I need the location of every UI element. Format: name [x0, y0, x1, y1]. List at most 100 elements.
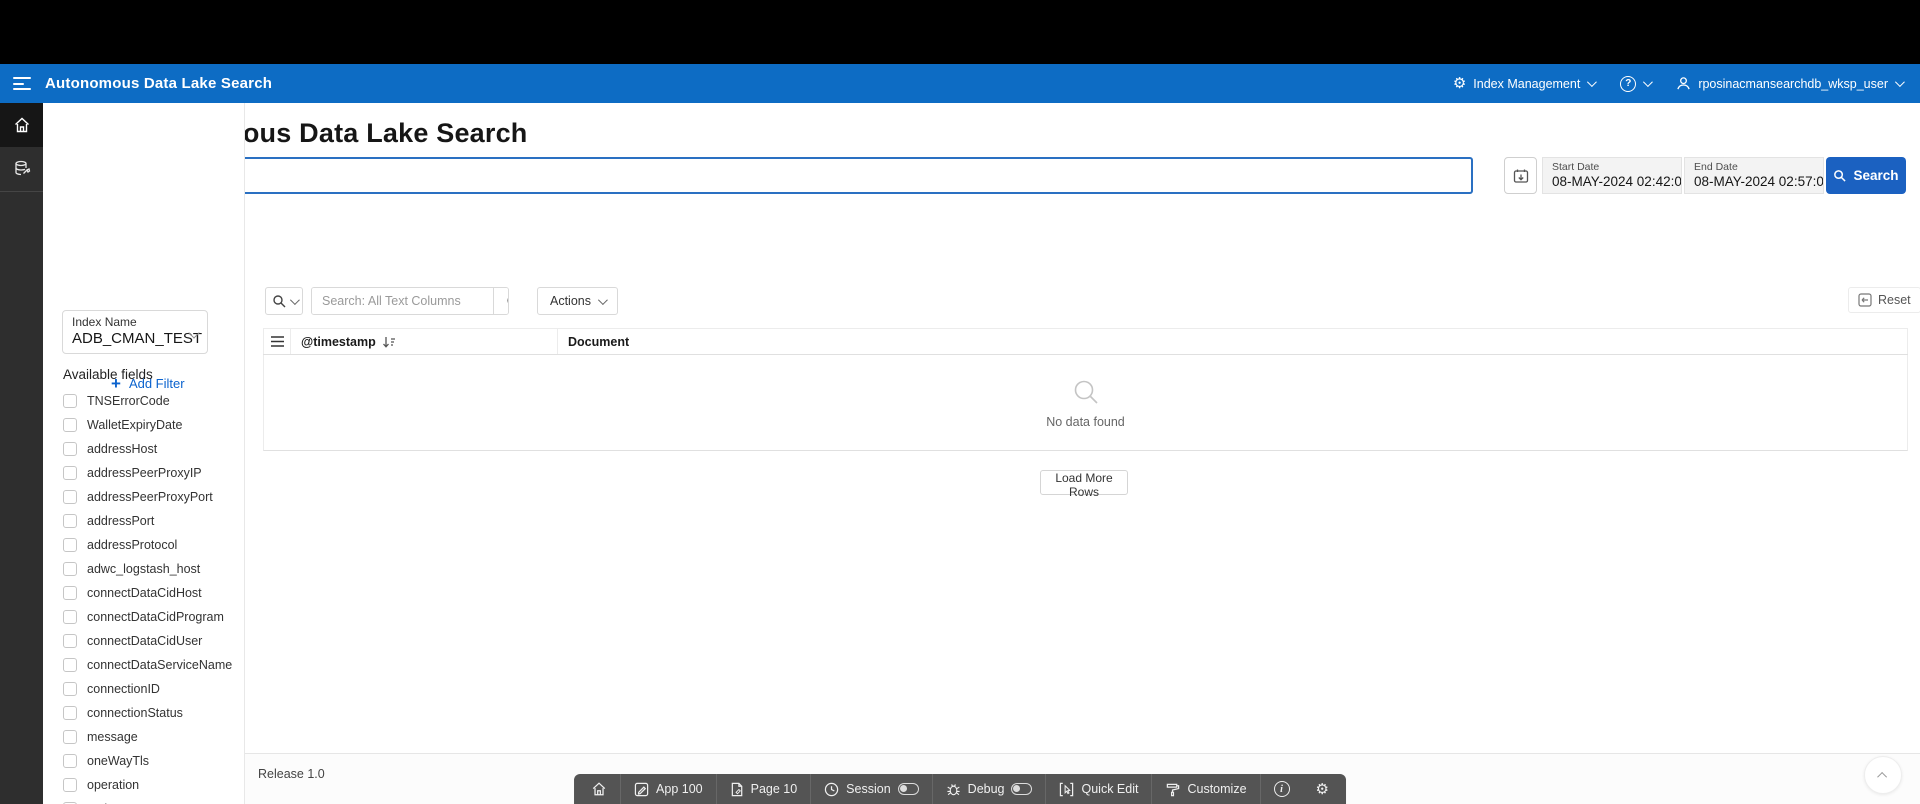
gear-icon: ⚙ — [1315, 780, 1329, 798]
user-name: rposinacmansearchdb_wksp_user — [1698, 76, 1888, 91]
checkbox[interactable] — [63, 706, 77, 720]
nav-home-item[interactable] — [0, 103, 43, 147]
user-menu[interactable]: rposinacmansearchdb_wksp_user — [1676, 76, 1905, 91]
field-item[interactable]: TNSErrorCode — [63, 389, 243, 413]
field-item[interactable]: connectDataServiceName — [63, 653, 243, 677]
report-search-group: Go — [311, 287, 509, 315]
field-item[interactable]: path — [63, 797, 243, 804]
dev-page-label: Page 10 — [750, 782, 798, 796]
search-icon — [1834, 170, 1847, 182]
dev-session-button[interactable]: Session — [811, 774, 931, 804]
field-item[interactable]: addressPeerProxyIP — [63, 461, 243, 485]
field-item[interactable]: connectDataCidHost — [63, 581, 243, 605]
field-item[interactable]: WalletExpiryDate — [63, 413, 243, 437]
dev-info-button[interactable]: i — [1261, 774, 1303, 804]
timestamp-column-header[interactable]: @timestamp — [290, 329, 557, 354]
dev-debug-button[interactable]: Debug — [933, 774, 1046, 804]
search-field-body[interactable]: Search Text — [144, 159, 1471, 192]
available-fields-title: Available fields — [63, 367, 153, 382]
nav-data-admin-item[interactable] — [0, 147, 43, 191]
checkbox[interactable] — [63, 778, 77, 792]
nav-separator — [0, 191, 43, 192]
report-search-options-button[interactable] — [265, 287, 303, 315]
help-menu[interactable]: ? — [1620, 75, 1654, 92]
checkbox[interactable] — [63, 754, 77, 768]
index-name-select[interactable]: Index Name ADB_CMAN_TEST — [62, 310, 208, 354]
date-range-cluster: Start Date 08-MAY-2024 02:42:06 End Date… — [1504, 157, 1824, 194]
reset-icon — [1858, 293, 1872, 307]
paint-roller-icon — [1167, 783, 1180, 796]
menu-icon — [270, 336, 284, 347]
date-range-picker-button[interactable] — [1504, 157, 1537, 194]
checkbox[interactable] — [63, 610, 77, 624]
dev-page-button[interactable]: Page 10 — [717, 774, 811, 804]
field-label: addressPeerProxyPort — [87, 490, 213, 504]
left-nav-rail — [0, 103, 43, 804]
checkbox[interactable] — [63, 730, 77, 744]
field-item[interactable]: operation — [63, 773, 243, 797]
checkbox[interactable] — [63, 586, 77, 600]
field-item[interactable]: adwc_logstash_host — [63, 557, 243, 581]
available-fields-list: TNSErrorCode WalletExpiryDate addressHos… — [63, 389, 243, 804]
grid-empty-state: No data found — [263, 355, 1908, 451]
session-toggle[interactable] — [897, 783, 919, 795]
checkbox[interactable] — [63, 658, 77, 672]
field-item[interactable]: addressPeerProxyPort — [63, 485, 243, 509]
empty-search-icon — [1074, 380, 1098, 404]
search-text-field[interactable]: Search Text — [120, 157, 1473, 194]
dev-app-button[interactable]: App 100 — [621, 774, 716, 804]
checkbox[interactable] — [63, 418, 77, 432]
field-item[interactable]: addressHost — [63, 437, 243, 461]
grid-header-row: @timestamp Document — [263, 328, 1908, 355]
field-label: addressProtocol — [87, 538, 178, 552]
checkbox[interactable] — [63, 538, 77, 552]
go-button[interactable]: Go — [493, 288, 508, 314]
database-wrench-icon — [14, 160, 30, 176]
actions-label: Actions — [550, 294, 591, 308]
start-date-field[interactable]: Start Date 08-MAY-2024 02:42:06 — [1542, 157, 1682, 194]
load-more-rows-button[interactable]: Load More Rows — [1040, 470, 1128, 499]
field-label: addressPeerProxyIP — [87, 466, 202, 480]
checkbox[interactable] — [63, 634, 77, 648]
document-column-header[interactable]: Document — [557, 329, 1908, 354]
index-management-menu[interactable]: ⚙ Index Management — [1453, 76, 1598, 91]
field-label: addressPort — [87, 514, 155, 528]
debug-toggle[interactable] — [1011, 783, 1033, 795]
checkbox[interactable] — [63, 562, 77, 576]
edit-app-icon — [634, 782, 649, 796]
checkbox[interactable] — [63, 682, 77, 696]
checkbox[interactable] — [63, 394, 77, 408]
row-actions-column-header[interactable] — [263, 329, 290, 354]
dev-settings-button[interactable]: ⚙ — [1303, 774, 1342, 804]
nav-menu-icon[interactable] — [13, 77, 33, 90]
app-header-bar: Autonomous Data Lake Search ⚙ Index Mana… — [0, 64, 1920, 103]
field-item[interactable]: addressProtocol — [63, 533, 243, 557]
field-item[interactable]: message — [63, 725, 243, 749]
info-icon: i — [1273, 781, 1290, 797]
reset-button[interactable]: Reset — [1848, 287, 1920, 313]
scroll-to-top-button[interactable] — [1864, 756, 1902, 794]
dev-quick-edit-button[interactable]: Quick Edit — [1047, 774, 1152, 804]
field-item[interactable]: connectDataCidUser — [63, 629, 243, 653]
actions-button[interactable]: Actions — [537, 287, 618, 315]
field-item[interactable]: connectionStatus — [63, 701, 243, 725]
home-icon — [14, 117, 29, 133]
field-item[interactable]: oneWayTls — [63, 749, 243, 773]
field-label: connectionStatus — [87, 706, 183, 720]
report-search-input[interactable] — [312, 288, 493, 314]
calendar-download-icon — [1513, 169, 1528, 183]
home-icon — [592, 782, 606, 796]
dev-home-button[interactable] — [578, 774, 620, 804]
checkbox[interactable] — [63, 442, 77, 456]
checkbox[interactable] — [63, 514, 77, 528]
field-item[interactable]: addressPort — [63, 509, 243, 533]
checkbox[interactable] — [63, 466, 77, 480]
end-date-field[interactable]: End Date 08-MAY-2024 02:57:06 — [1684, 157, 1824, 194]
index-name-value: ADB_CMAN_TEST — [72, 330, 203, 347]
field-item[interactable]: connectionID — [63, 677, 243, 701]
search-button[interactable]: Search — [1826, 157, 1906, 194]
field-item[interactable]: connectDataCidProgram — [63, 605, 243, 629]
checkbox[interactable] — [63, 490, 77, 504]
dev-customize-button[interactable]: Customize — [1152, 774, 1259, 804]
dev-session-label: Session — [846, 782, 891, 796]
